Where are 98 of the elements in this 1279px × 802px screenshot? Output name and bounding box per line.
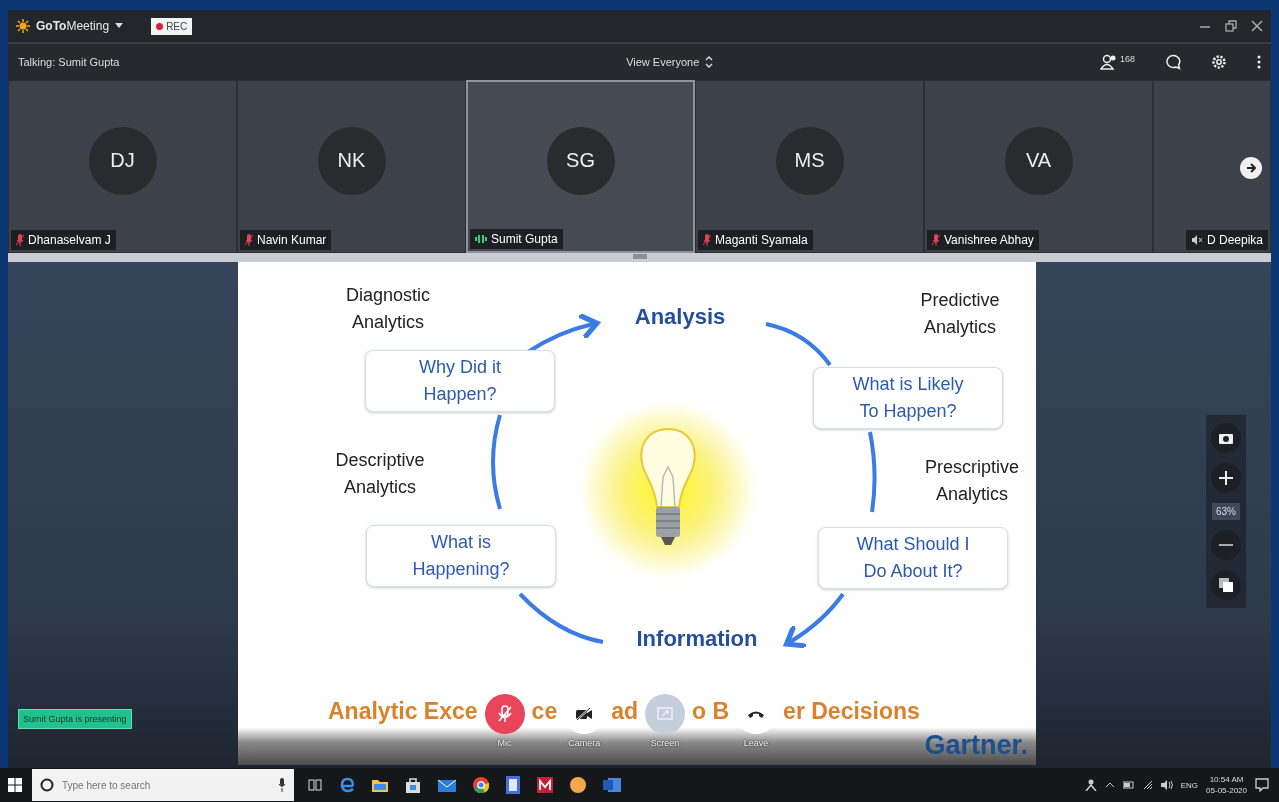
participant-tile[interactable]: D Deepika — [1153, 80, 1271, 253]
folder-icon — [372, 778, 388, 792]
circle-icon — [40, 778, 54, 792]
zoom-out-button[interactable] — [1211, 530, 1241, 560]
shopping-bag-icon — [405, 777, 421, 793]
language-indicator[interactable]: ENG — [1180, 780, 1199, 790]
windows-logo-icon — [8, 778, 22, 792]
control-label: Mic — [497, 738, 512, 748]
copy-button[interactable] — [1211, 570, 1241, 600]
question-box: What is Likely To Happen? — [813, 367, 1003, 429]
chrome-icon — [473, 777, 489, 793]
zoom-in-button[interactable] — [1211, 463, 1241, 493]
notification-icon — [1255, 778, 1269, 792]
word-icon — [603, 777, 621, 793]
avatar: DJ — [88, 126, 157, 195]
battery-icon — [1122, 781, 1135, 789]
muted-mic-icon — [703, 234, 711, 246]
cycle-node-label: Information — [636, 626, 758, 652]
analytics-type-label: Predictive Analytics — [920, 289, 1000, 339]
avatar: SG — [546, 126, 615, 195]
slide-title-fragment: Analytic Exce — [328, 697, 478, 725]
muted-mic-icon — [245, 234, 253, 246]
slide-title-fragment: ce — [531, 697, 558, 725]
settings-icon — [1211, 54, 1227, 70]
chevron-up-icon — [1104, 782, 1115, 788]
brand-logo-text: Gartner. — [924, 730, 1028, 761]
slide-title-fragment: ad — [611, 697, 639, 725]
camera-icon — [1219, 432, 1233, 444]
cycle-node-label: Analysis — [634, 304, 726, 330]
participant-name: Dhanaselvam J — [28, 233, 111, 247]
person-icon — [1084, 779, 1097, 791]
slide-title-fragment: er Decisions — [783, 697, 920, 725]
notepad-icon — [506, 776, 520, 794]
question-box: What is Happening? — [366, 525, 556, 587]
up-down-chevron-icon — [705, 56, 714, 68]
participant-tile[interactable]: DJ Dhanaselvam J — [8, 80, 237, 253]
muted-mic-icon — [496, 705, 513, 723]
app-name[interactable]: GoToMeeting — [36, 19, 110, 33]
chat-icon — [1165, 54, 1181, 70]
presenter-badge: Sumit Gupta is presenting — [18, 709, 132, 729]
volume-icon — [1160, 780, 1173, 790]
microphone-icon — [278, 778, 286, 792]
control-label: Camera — [568, 738, 601, 748]
next-page-button[interactable] — [1240, 157, 1262, 179]
avatar: NK — [317, 126, 386, 195]
speaking-icon — [475, 234, 487, 244]
screen-share-icon — [657, 707, 674, 721]
control-label: Screen — [650, 738, 680, 748]
avatar: VA — [1004, 126, 1073, 195]
speaker-muted-icon — [1190, 235, 1203, 245]
analytics-type-label: Diagnostic Analytics — [346, 284, 430, 334]
view-selector[interactable]: View Everyone — [626, 56, 700, 68]
browser-e-icon — [339, 777, 355, 793]
plus-icon — [1219, 471, 1233, 485]
participant-tile[interactable]: VA Vanishree Abhay — [924, 80, 1153, 253]
search-field[interactable]: Type here to search — [32, 769, 294, 801]
analytics-type-label: Descriptive Analytics — [335, 449, 425, 499]
copy-icon — [1219, 578, 1233, 592]
participant-tile[interactable]: SG Sumit Gupta — [466, 80, 695, 253]
participant-count: 168 — [1119, 54, 1135, 64]
participants-icon — [1099, 54, 1118, 70]
slide-title-fragment: o B — [692, 697, 730, 725]
participant-name: D Deepika — [1206, 233, 1263, 247]
sun-logo-icon — [16, 19, 30, 33]
muted-mic-icon — [16, 234, 24, 246]
analytics-type-label: Prescriptive Analytics — [925, 456, 1019, 506]
mail-icon — [438, 778, 456, 792]
round-app-icon — [570, 777, 586, 793]
snapshot-button[interactable] — [1211, 423, 1241, 453]
participant-name: Navin Kumar — [257, 233, 327, 247]
clock-time: 10:54 AM — [1209, 775, 1244, 784]
avatar: MS — [775, 126, 844, 195]
dropdown-caret-icon — [115, 23, 124, 29]
question-box: Why Did it Happen? — [365, 350, 555, 412]
phone-hangup-icon — [747, 709, 766, 719]
participant-tile[interactable]: MS Maganti Syamala — [695, 80, 924, 253]
zoom-level: 63% — [1212, 503, 1240, 520]
camera-off-icon — [575, 707, 594, 721]
close-icon — [1251, 20, 1263, 32]
m-app-icon — [537, 777, 553, 793]
participant-tile[interactable]: NK Navin Kumar — [237, 80, 466, 253]
talking-status: Talking: Sumit Gupta — [18, 56, 120, 68]
resize-handle[interactable] — [632, 254, 647, 259]
network-icon — [1142, 780, 1153, 790]
task-view-icon — [308, 778, 322, 792]
clock-date: 05-05-2020 — [1206, 786, 1247, 795]
participant-name: Sumit Gupta — [491, 232, 558, 246]
participant-name: Maganti Syamala — [715, 233, 808, 247]
minus-icon — [1219, 543, 1233, 547]
restore-icon — [1225, 20, 1237, 32]
arrow-right-icon — [1246, 163, 1256, 173]
recording-badge: REC — [151, 17, 193, 35]
question-box: What Should I Do About It? — [818, 527, 1008, 589]
control-label: Leave — [743, 738, 769, 748]
more-icon — [1257, 55, 1261, 69]
muted-mic-icon — [932, 234, 940, 246]
participant-name: Vanishree Abhay — [944, 233, 1034, 247]
mic-button[interactable] — [484, 694, 525, 734]
